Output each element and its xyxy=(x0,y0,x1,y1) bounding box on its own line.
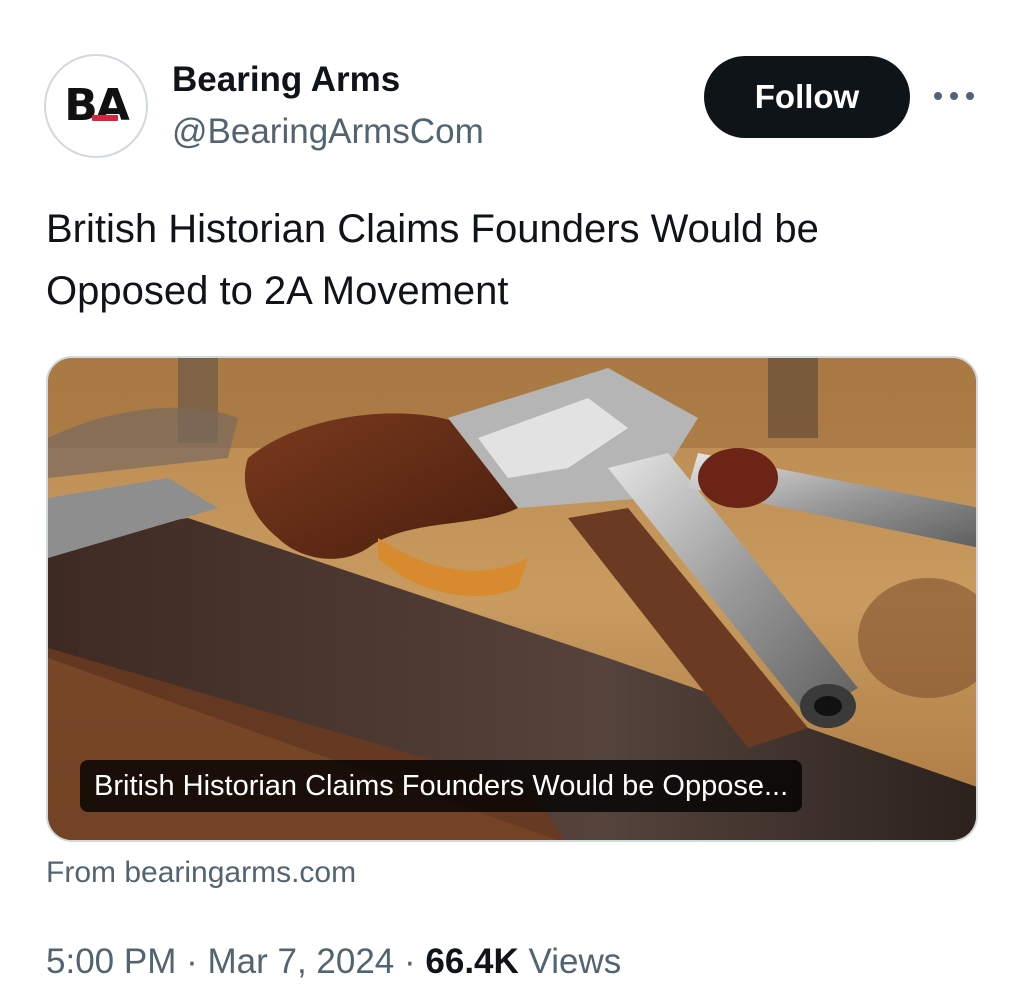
account-avatar[interactable]: BA xyxy=(44,54,148,158)
link-preview-card[interactable]: British Historian Claims Founders Would … xyxy=(46,356,978,842)
tweet-time[interactable]: 5:00 PM xyxy=(46,942,176,981)
avatar-logo-text: BA xyxy=(64,80,130,131)
account-display-name[interactable]: Bearing Arms xyxy=(172,60,400,100)
meta-separator: · xyxy=(404,942,416,981)
account-handle[interactable]: @BearingArmsCom xyxy=(172,112,484,152)
tweet-date[interactable]: Mar 7, 2024 xyxy=(207,942,394,981)
more-horizontal-icon[interactable] xyxy=(934,88,974,104)
tweet-meta: 5:00 PM · Mar 7, 2024 · 66.4K Views xyxy=(46,942,621,982)
views-count[interactable]: 66.4K xyxy=(425,942,518,981)
card-caption: British Historian Claims Founders Would … xyxy=(80,760,803,812)
follow-button[interactable]: Follow xyxy=(704,56,910,138)
card-source-link[interactable]: From bearingarms.com xyxy=(46,856,356,890)
avatar-accent-bar xyxy=(92,115,118,121)
tweet-text: British Historian Claims Founders Would … xyxy=(46,207,819,313)
views-label: Views xyxy=(528,942,622,981)
meta-separator: · xyxy=(186,942,198,981)
